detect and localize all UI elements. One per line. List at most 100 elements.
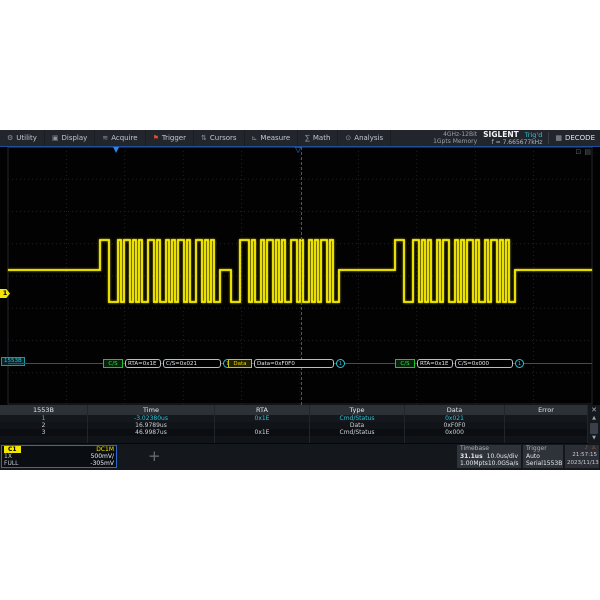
table-cell <box>88 436 215 443</box>
timebase-title: Timebase <box>460 445 489 453</box>
table-cell <box>505 422 588 429</box>
sound-icon: ♪ <box>585 445 589 451</box>
math-icon: ∑ <box>305 134 310 142</box>
table-row[interactable]: 216.9789usData0xF0F0 <box>0 422 588 429</box>
table-cell <box>505 429 588 436</box>
measure-icon: ⊾ <box>252 134 258 142</box>
menu-items: ⚙Utility▣Display≋Acquire⚑Trigger⇅Cursors… <box>0 130 391 146</box>
add-channel-button[interactable]: + <box>148 445 161 467</box>
decode-field: C/S=0x021 <box>163 359 221 368</box>
menu-item-analysis[interactable]: ⊙Analysis <box>338 130 391 146</box>
timebase-scale: 10.0us/div <box>487 453 518 461</box>
scope-spec: 4GHz-12Bit 1Gpts Memory <box>433 131 477 145</box>
channel1-trace <box>8 240 592 302</box>
utility-icon: ⚙ <box>7 134 13 142</box>
table-cell: Type <box>310 405 405 415</box>
timebase-box[interactable]: Timebase 31.1us 10.0us/div 1.00Mpts 10.0… <box>457 445 521 468</box>
brand-block: SIGLENT Trig'd f = 7.665677kHz <box>483 131 542 146</box>
decode-menu-button[interactable]: ▦ DECODE <box>555 134 595 142</box>
table-close-icon[interactable]: ✕ <box>591 405 597 415</box>
grid-corner-icons[interactable]: ⊡▤ <box>576 148 595 156</box>
decode-menu-label: DECODE <box>565 134 595 142</box>
decode-tag-green: C/S <box>103 359 123 368</box>
timebase-delay: 31.1us <box>460 453 483 461</box>
trigger-box[interactable]: Trigger Auto Serial 1553B <box>523 445 563 468</box>
channel1-offset: -305mV <box>90 460 114 467</box>
decode-field: RTA=0x1E <box>417 359 453 368</box>
clock-date: 2023/11/13 <box>567 460 597 468</box>
menu-item-utility[interactable]: ⚙Utility <box>0 130 45 146</box>
channel1-scale: 500mV/ <box>91 453 114 460</box>
trigger-status-badge: Trig'd <box>525 132 543 139</box>
trigger-title: Trigger <box>526 445 547 453</box>
oscilloscope-screen: ⚙Utility▣Display≋Acquire⚑Trigger⇅Cursors… <box>0 130 600 470</box>
brand-logo: SIGLENT <box>483 131 519 138</box>
table-cell: Data <box>310 422 405 429</box>
status-bar: C1 DC1M 1X 500mV/ FULL -305mV + Timebase… <box>0 444 600 470</box>
timebase-points: 1.00Mpts <box>460 460 488 468</box>
table-cell: 16.9789us <box>88 422 215 429</box>
table-cell: RTA <box>215 405 310 415</box>
table-cell <box>505 436 588 443</box>
table-cell <box>215 436 310 443</box>
scroll-up-icon[interactable]: ▲ <box>592 415 596 422</box>
table-cell: -3.02380us <box>88 415 215 422</box>
menu-item-label: Trigger <box>162 134 186 142</box>
table-row[interactable]: 346.9987us0x1ECmd/Status0x000 <box>0 429 588 436</box>
menu-bar: ⚙Utility▣Display≋Acquire⚑Trigger⇅Cursors… <box>0 130 600 147</box>
channel1-tag[interactable]: C1 <box>4 446 21 453</box>
table-cell: 0xF0F0 <box>405 422 505 429</box>
scrollbar-thumb[interactable] <box>590 423 598 434</box>
menu-item-math[interactable]: ∑Math <box>298 130 338 146</box>
table-cell: Data <box>405 405 505 415</box>
channel1-coupling: DC1M <box>96 446 114 453</box>
trigger-marker-icon[interactable]: ▽ <box>295 147 301 155</box>
table-cell: 46.9987us <box>88 429 215 436</box>
bandwidth-label: 4GHz-12Bit <box>443 131 477 138</box>
menu-item-label: Measure <box>260 134 290 142</box>
display-icon: ▣ <box>52 134 59 142</box>
trigger-mode: Auto <box>526 453 540 461</box>
waveform-display: ▼ ▽ ⊡▤ 1 1553B C/SRTA=0x1EC/S=0x0211Data… <box>0 147 600 405</box>
panel-icon[interactable]: ▤ <box>584 148 594 156</box>
scroll-down-icon[interactable]: ▼ <box>592 435 596 442</box>
menu-item-label: Cursors <box>210 134 237 142</box>
menu-item-label: Display <box>62 134 88 142</box>
table-cell: 0x021 <box>405 415 505 422</box>
table-cell: 0x000 <box>405 429 505 436</box>
table-cell <box>505 415 588 422</box>
table-cell <box>405 436 505 443</box>
table-cell: 1 <box>0 415 88 422</box>
menu-item-cursors[interactable]: ⇅Cursors <box>194 130 245 146</box>
decode-field: Data=0xF0F0 <box>254 359 334 368</box>
delay-marker-icon[interactable]: ▼ <box>113 147 119 155</box>
table-cell <box>215 422 310 429</box>
menu-item-label: Acquire <box>111 134 137 142</box>
decode-tag-yellow: Data <box>228 359 252 368</box>
analysis-icon: ⊙ <box>345 134 351 142</box>
menu-item-measure[interactable]: ⊾Measure <box>245 130 299 146</box>
table-row[interactable]: 1-3.02380us0x1ECmd/Status0x021 <box>0 415 588 422</box>
menu-item-trigger[interactable]: ⚑Trigger <box>146 130 194 146</box>
table-cell: 0x1E <box>215 415 310 422</box>
acquire-icon: ≋ <box>102 134 108 142</box>
channel1-bwlimit: FULL <box>4 460 19 467</box>
trigger-type: Serial <box>526 460 543 468</box>
trigger-bus: 1553B <box>543 460 562 468</box>
decode-circle: 1 <box>515 359 524 368</box>
table-cell: 3 <box>0 429 88 436</box>
decode-tag-green: C/S <box>395 359 415 368</box>
table-cell: Cmd/Status <box>310 415 405 422</box>
table-cell: 0x1E <box>215 429 310 436</box>
channel1-info-box[interactable]: C1 DC1M 1X 500mV/ FULL -305mV <box>1 445 117 468</box>
table-cell: Error <box>505 405 588 415</box>
table-cell <box>310 436 405 443</box>
table-cell: Cmd/Status <box>310 429 405 436</box>
menu-item-display[interactable]: ▣Display <box>45 130 95 146</box>
decode-circle: 1 <box>336 359 345 368</box>
decode-table-header: 1553BTimeRTATypeDataError <box>0 405 588 415</box>
menu-item-label: Utility <box>16 134 37 142</box>
decode-table-panel: 1553BTimeRTATypeDataError1-3.02380us0x1E… <box>0 405 600 444</box>
menu-item-acquire[interactable]: ≋Acquire <box>95 130 145 146</box>
alert-icon: ⚠ <box>592 445 597 451</box>
